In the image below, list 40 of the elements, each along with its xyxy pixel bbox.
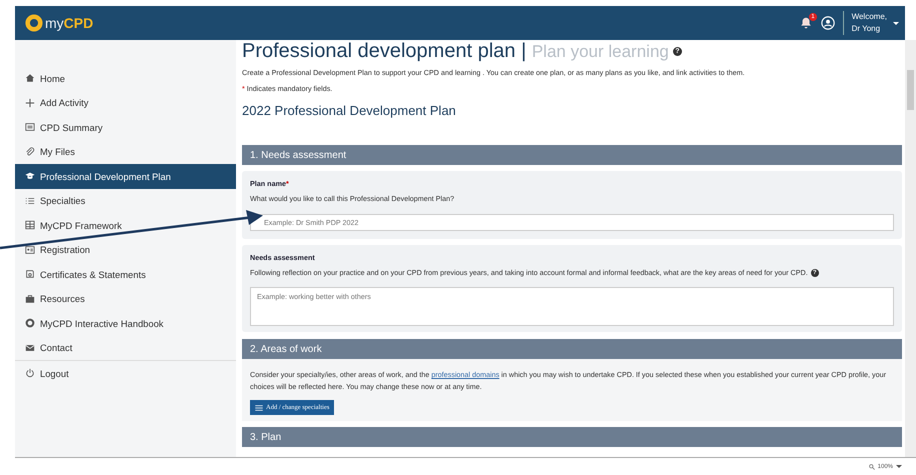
sidebar-item[interactable]: Professional Development Plan [15,164,236,188]
list-icon [255,404,263,410]
sidebar-item[interactable]: My Files [15,140,236,164]
section-header: 1. Needs assessment [242,145,902,165]
case-icon [25,294,35,304]
plan-title: 2022 Professional Development Plan [242,103,457,118]
summary-icon [25,122,35,132]
ring-icon [25,318,35,328]
section-header: 2. Areas of work [242,339,902,359]
sidebar-item[interactable]: Contact [15,336,236,360]
sidebar-item[interactable]: Registration [15,238,236,262]
power-icon [25,368,35,378]
sidebar-item[interactable]: Specialties [15,188,236,213]
sidebar-item[interactable]: MyCPD Interactive Handbook [15,311,236,336]
sidebar-item[interactable]: Add Activity [15,90,236,115]
clip-icon [25,146,35,157]
cap-icon [25,171,35,182]
plus-icon [25,98,35,108]
zoom-icon [868,464,875,470]
home-icon [25,73,35,84]
cert-icon [25,269,35,280]
caret-icon[interactable] [896,465,902,468]
sidebar-item[interactable]: Certificates & Statements [15,262,236,286]
logout-link[interactable]: Logout [15,361,236,386]
sidebar-item[interactable]: Home [15,66,236,90]
scrollbar[interactable] [905,40,916,457]
user-profile-icon[interactable] [820,16,835,30]
card-icon [25,244,35,255]
sidebar-item[interactable]: MyCPD Framework [15,213,236,238]
user-menu[interactable]: Welcome, Dr Yong [852,11,899,35]
frame-icon [25,220,35,230]
logo-text: myCPD [45,15,94,31]
page-title: Professional development plan | Plan your learning [242,40,669,63]
logo-ring-icon [25,14,43,32]
sidebar-item[interactable]: Resources [15,286,236,311]
sidebar-item[interactable]: CPD Summary [15,115,236,140]
list-icon [25,196,35,206]
mail-icon [25,342,35,353]
section-header: 3. Plan [242,427,902,447]
caret-icon [893,22,899,24]
